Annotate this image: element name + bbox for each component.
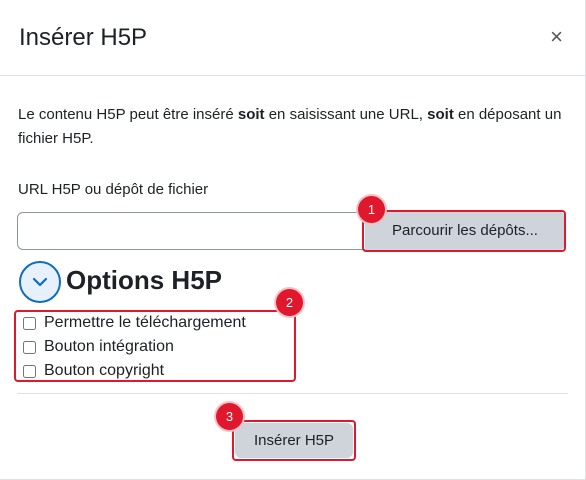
insert-h5p-dialog: Insérer H5P × Le contenu H5P peut être i… bbox=[0, 0, 586, 480]
highlight-box-1 bbox=[362, 210, 566, 252]
annotation-badge-1: 1 bbox=[358, 196, 385, 223]
highlight-box-2 bbox=[14, 310, 296, 382]
highlight-box-3 bbox=[232, 420, 356, 461]
annotation-badge-3: 3 bbox=[216, 403, 243, 430]
intro-part2: en saisissant une URL, bbox=[264, 106, 428, 123]
intro-bold1: soit bbox=[237, 106, 265, 123]
chevron-down-icon[interactable] bbox=[19, 261, 61, 303]
intro-bold2: soit bbox=[427, 106, 454, 123]
footer-divider bbox=[17, 393, 568, 394]
url-field-label: URL H5P ou dépôt de fichier bbox=[18, 181, 209, 198]
close-icon[interactable]: × bbox=[550, 26, 563, 48]
intro-part1: Le contenu H5P peut être inséré bbox=[18, 106, 238, 123]
annotation-badge-2: 2 bbox=[276, 289, 303, 316]
dialog-title: Insérer H5P bbox=[19, 24, 148, 51]
options-section-title: Options H5P bbox=[66, 265, 223, 295]
dialog-header: Insérer H5P × bbox=[0, 0, 585, 76]
intro-text: Le contenu H5P peut être inséré soit en … bbox=[18, 103, 566, 151]
